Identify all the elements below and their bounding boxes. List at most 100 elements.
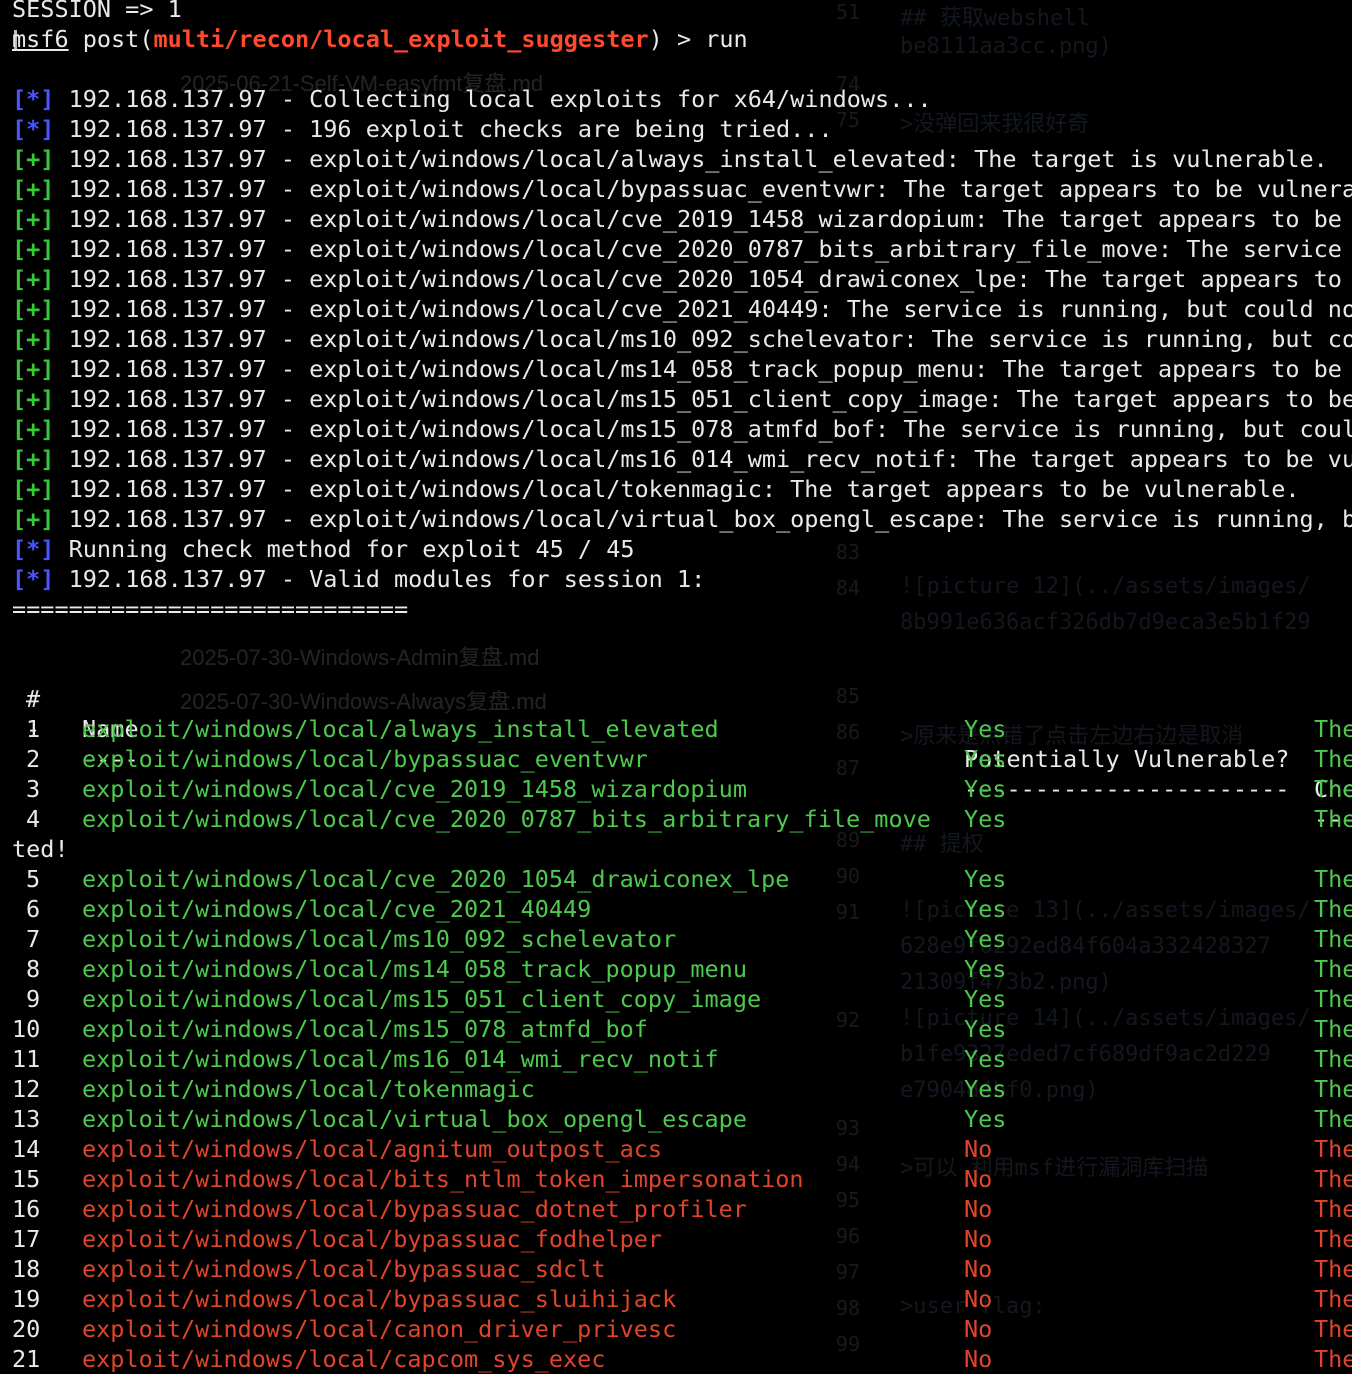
output-text: 192.168.137.97 - exploit/windows/local/c…: [54, 205, 1352, 233]
table-row: 17 exploit/windows/local/bypassuac_fodhel…: [12, 1224, 1352, 1254]
prompt-cmd-open: post(: [68, 25, 154, 53]
row-module-name: exploit/windows/local/tokenmagic: [82, 1075, 535, 1103]
row-vulnerable: Yes: [964, 715, 1007, 743]
prompt-cmd-close: ) > run: [648, 25, 748, 53]
output-text: 192.168.137.97 - exploit/windows/local/c…: [54, 295, 1352, 323]
terminal-window[interactable]: SESSION => 1 msf6 post(multi/recon/local…: [12, 0, 1352, 1373]
table-row: 1 exploit/windows/local/always_install_el…: [12, 714, 1352, 744]
row-num: 9: [26, 985, 41, 1013]
row-vulnerable: No: [964, 1135, 993, 1163]
row-module-name: exploit/windows/local/ms14_058_track_pop…: [82, 955, 747, 983]
row-module-name: exploit/windows/local/bypassuac_eventvwr: [82, 745, 648, 773]
row-vulnerable: No: [964, 1255, 993, 1283]
row-vulnerable: Yes: [964, 745, 1007, 773]
output-line: [+] 192.168.137.97 - exploit/windows/loc…: [12, 174, 1352, 204]
table-row: 20 exploit/windows/local/canon_driver_pri…: [12, 1314, 1352, 1344]
row-module-name: exploit/windows/local/cve_2021_40449: [82, 895, 592, 923]
row-num: 3: [26, 775, 41, 803]
row-check-result: The: [1314, 715, 1352, 743]
row-num: 11: [12, 1045, 41, 1073]
success-tag: [+]: [12, 205, 55, 233]
separator-line: ============================: [12, 595, 409, 623]
table-row: 4 exploit/windows/local/cve_2020_0787_bit…: [12, 804, 1352, 834]
row-vulnerable: Yes: [964, 1045, 1007, 1073]
success-tag: [+]: [12, 145, 55, 173]
info-tag: [*]: [12, 565, 55, 593]
table-row: 19 exploit/windows/local/bypassuac_sluihi…: [12, 1284, 1352, 1314]
output-line: [+] 192.168.137.97 - exploit/windows/loc…: [12, 234, 1352, 264]
output-text: 192.168.137.97 - exploit/windows/local/m…: [54, 325, 1352, 353]
success-tag: [+]: [12, 355, 55, 383]
output-line: [+] 192.168.137.97 - exploit/windows/loc…: [12, 504, 1352, 534]
row-module-name: exploit/windows/local/ms15_051_client_co…: [82, 985, 762, 1013]
output-text: 192.168.137.97 - exploit/windows/local/m…: [54, 445, 1352, 473]
output-line: [+] 192.168.137.97 - exploit/windows/loc…: [12, 354, 1352, 384]
row-check-result: The: [1314, 985, 1352, 1013]
row-check-result: The: [1314, 1135, 1352, 1163]
row-check-result: The: [1314, 925, 1352, 953]
row-check-result: The: [1314, 1045, 1352, 1073]
success-tag: [+]: [12, 325, 55, 353]
row-num: 13: [12, 1105, 41, 1133]
output-line: [+] 192.168.137.97 - exploit/windows/loc…: [12, 444, 1352, 474]
table-row: 8 exploit/windows/local/ms14_058_track_po…: [12, 954, 1352, 984]
row-vulnerable: No: [964, 1225, 993, 1253]
row-vulnerable: Yes: [964, 1075, 1007, 1103]
row-module-name: exploit/windows/local/canon_driver_prive…: [82, 1315, 677, 1343]
output-text: 192.168.137.97 - exploit/windows/local/m…: [54, 385, 1352, 413]
row-vulnerable: Yes: [964, 865, 1007, 893]
row-check-result: The: [1314, 1225, 1352, 1253]
row-vulnerable: No: [964, 1195, 993, 1223]
prompt-prefix: msf6: [12, 25, 69, 53]
row-module-name: exploit/windows/local/ms16_014_wmi_recv_…: [82, 1045, 719, 1073]
row-num: 12: [12, 1075, 41, 1103]
table-row: 16 exploit/windows/local/bypassuac_dotnet…: [12, 1194, 1352, 1224]
row-module-name: exploit/windows/local/always_install_ele…: [82, 715, 719, 743]
table-row: 13 exploit/windows/local/virtual_box_open…: [12, 1104, 1352, 1134]
success-tag: [+]: [12, 295, 55, 323]
row-vulnerable: Yes: [964, 1105, 1007, 1133]
row-num: 15: [12, 1165, 41, 1193]
row-check-result: The: [1314, 895, 1352, 923]
row-vulnerable: No: [964, 1345, 993, 1373]
row-module-name: exploit/windows/local/cve_2019_1458_wiza…: [82, 775, 747, 803]
row-check-result: The: [1314, 1315, 1352, 1343]
row-num: 19: [12, 1285, 41, 1313]
row-check-result: The: [1314, 865, 1352, 893]
success-tag: [+]: [12, 265, 55, 293]
success-tag: [+]: [12, 475, 55, 503]
table-row: 6 exploit/windows/local/cve_2021_40449 Yes…: [12, 894, 1352, 924]
output-line: [+] 192.168.137.97 - exploit/windows/loc…: [12, 474, 1300, 504]
output-line: [+] 192.168.137.97 - exploit/windows/loc…: [12, 384, 1352, 414]
output-line: [+] 192.168.137.97 - exploit/windows/loc…: [12, 264, 1352, 294]
row-module-name: exploit/windows/local/bits_ntlm_token_im…: [82, 1165, 804, 1193]
table-row: 15 exploit/windows/local/bits_ntlm_token_…: [12, 1164, 1352, 1194]
table-row: 9 exploit/windows/local/ms15_051_client_c…: [12, 984, 1352, 1014]
row-vulnerable: No: [964, 1315, 993, 1343]
row-num: 14: [12, 1135, 41, 1163]
table-row: 11 exploit/windows/local/ms16_014_wmi_rec…: [12, 1044, 1352, 1074]
row-check-result: The: [1314, 1105, 1352, 1133]
info-tag: [*]: [12, 115, 55, 143]
success-tag: [+]: [12, 175, 55, 203]
row-vulnerable: Yes: [964, 805, 1007, 833]
row-num: 2: [26, 745, 41, 773]
output-line: [+] 192.168.137.97 - exploit/windows/loc…: [12, 324, 1352, 354]
row-module-name: exploit/windows/local/cve_2020_1054_draw…: [82, 865, 790, 893]
row-num: 21: [12, 1345, 41, 1373]
prompt-module: multi/recon/local_exploit_suggester: [153, 25, 649, 53]
success-tag: [+]: [12, 415, 55, 443]
row-check-result: The: [1314, 1345, 1352, 1373]
output-text: Running check method for exploit 45 / 45: [54, 535, 635, 563]
row-num: 1: [26, 715, 41, 743]
row-vulnerable: Yes: [964, 985, 1007, 1013]
table-header-row: # Name Potentially Vulnerable? Che: [12, 654, 1352, 803]
table-row: 21 exploit/windows/local/capcom_sys_exec N…: [12, 1344, 1352, 1374]
command-prompt[interactable]: msf6 post(multi/recon/local_exploit_sugg…: [12, 24, 748, 54]
table-row: 10 exploit/windows/local/ms15_078_atmfd_b…: [12, 1014, 1352, 1044]
output-text: 192.168.137.97 - exploit/windows/local/c…: [54, 235, 1352, 263]
row-check-result: The: [1314, 745, 1352, 773]
row-num: 4: [26, 805, 41, 833]
success-tag: [+]: [12, 235, 55, 263]
info-tag: [*]: [12, 85, 55, 113]
